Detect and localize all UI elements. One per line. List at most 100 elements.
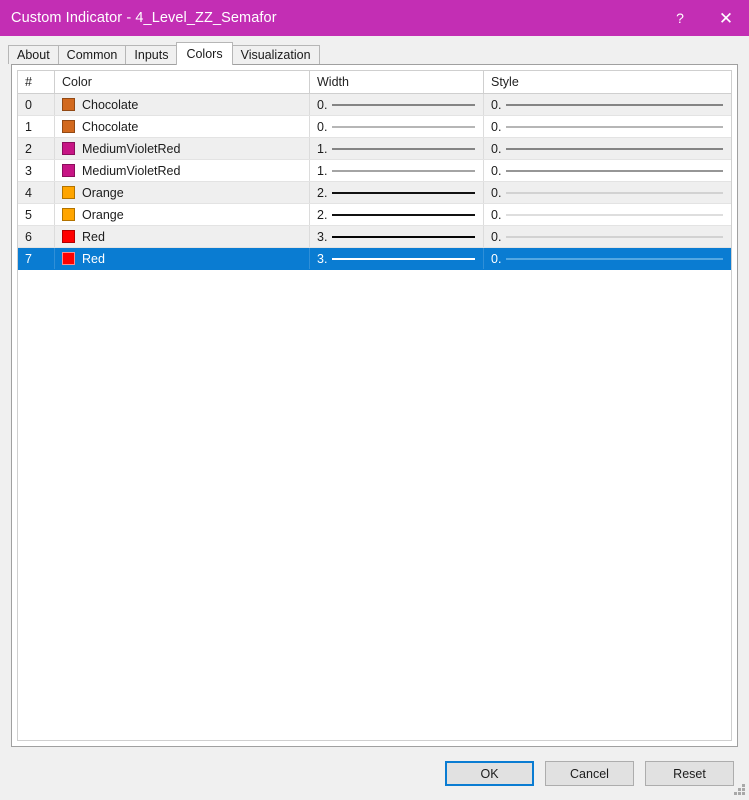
cell-style[interactable]: 0. [484, 204, 731, 225]
table-row[interactable]: 5 Orange 2. 0. [18, 204, 731, 226]
column-header-width[interactable]: Width [310, 71, 484, 93]
colors-tab-page: # Color Width Style 0 Chocolate 0. 0. 1 Choco… [11, 64, 738, 747]
cell-width[interactable]: 0. [310, 94, 484, 115]
cell-color[interactable]: MediumVioletRed [55, 138, 310, 159]
grid-header-row: # Color Width Style [18, 71, 731, 94]
tab-about[interactable]: About [8, 45, 59, 64]
cell-color[interactable]: Red [55, 248, 310, 269]
color-name-label: MediumVioletRed [82, 141, 181, 156]
width-value-label: 2. [317, 207, 328, 222]
cell-style[interactable]: 0. [484, 138, 731, 159]
table-row[interactable]: 6 Red 3. 0. [18, 226, 731, 248]
color-swatch-icon [62, 252, 75, 265]
tab-inputs[interactable]: Inputs [125, 45, 178, 64]
width-value-label: 3. [317, 229, 328, 244]
cell-width[interactable]: 1. [310, 160, 484, 181]
color-name-label: Orange [82, 185, 124, 200]
cell-style[interactable]: 0. [484, 160, 731, 181]
style-line-preview [506, 164, 723, 178]
ok-button[interactable]: OK [445, 761, 534, 786]
width-value-label: 1. [317, 163, 328, 178]
cell-style[interactable]: 0. [484, 182, 731, 203]
cell-width[interactable]: 1. [310, 138, 484, 159]
cell-index: 3 [18, 160, 55, 181]
window-title: Custom Indicator - 4_Level_ZZ_Semafor [11, 10, 277, 26]
color-name-label: Red [82, 229, 105, 244]
color-swatch-icon [62, 120, 75, 133]
color-swatch-icon [62, 142, 75, 155]
style-line-preview [506, 142, 723, 156]
cell-color[interactable]: MediumVioletRed [55, 160, 310, 181]
style-line-preview [506, 208, 723, 222]
width-value-label: 2. [317, 185, 328, 200]
cell-style[interactable]: 0. [484, 248, 731, 269]
color-name-label: Red [82, 251, 105, 266]
width-line-preview [332, 186, 475, 200]
colors-grid[interactable]: # Color Width Style 0 Chocolate 0. 0. 1 Choco… [17, 70, 732, 741]
width-line-preview [332, 164, 475, 178]
width-line-preview [332, 230, 475, 244]
color-swatch-icon [62, 98, 75, 111]
cell-index: 6 [18, 226, 55, 247]
style-line-preview [506, 252, 723, 266]
column-header-style[interactable]: Style [484, 71, 731, 93]
color-swatch-icon [62, 164, 75, 177]
cell-style[interactable]: 0. [484, 226, 731, 247]
cell-style[interactable]: 0. [484, 116, 731, 137]
cell-width[interactable]: 3. [310, 226, 484, 247]
style-value-label: 0. [491, 207, 502, 222]
width-value-label: 1. [317, 141, 328, 156]
table-row[interactable]: 3 MediumVioletRed 1. 0. [18, 160, 731, 182]
cell-width[interactable]: 3. [310, 248, 484, 269]
table-row[interactable]: 7 Red 3. 0. [18, 248, 731, 270]
close-icon[interactable]: ✕ [703, 0, 749, 36]
cell-style[interactable]: 0. [484, 94, 731, 115]
cell-index: 7 [18, 248, 55, 269]
cell-color[interactable]: Red [55, 226, 310, 247]
width-line-preview [332, 98, 475, 112]
help-icon[interactable]: ? [657, 0, 703, 36]
color-swatch-icon [62, 208, 75, 221]
table-row[interactable]: 0 Chocolate 0. 0. [18, 94, 731, 116]
cell-index: 4 [18, 182, 55, 203]
style-value-label: 0. [491, 119, 502, 134]
custom-indicator-dialog: Custom Indicator - 4_Level_ZZ_Semafor ? … [0, 0, 749, 800]
column-header-index[interactable]: # [18, 71, 55, 93]
resize-grip-icon[interactable] [733, 784, 746, 797]
color-name-label: Orange [82, 207, 124, 222]
width-line-preview [332, 142, 475, 156]
cancel-button[interactable]: Cancel [545, 761, 634, 786]
style-line-preview [506, 98, 723, 112]
cell-index: 5 [18, 204, 55, 225]
tab-visualization[interactable]: Visualization [231, 45, 320, 64]
grid-body: 0 Chocolate 0. 0. 1 Chocolate 0. 0. 2 MediumViole… [18, 94, 731, 740]
cell-width[interactable]: 2. [310, 182, 484, 203]
width-value-label: 0. [317, 119, 328, 134]
cell-color[interactable]: Orange [55, 182, 310, 203]
cell-color[interactable]: Chocolate [55, 116, 310, 137]
tab-colors[interactable]: Colors [176, 42, 233, 65]
color-name-label: Chocolate [82, 97, 139, 112]
column-header-color[interactable]: Color [55, 71, 310, 93]
reset-button[interactable]: Reset [645, 761, 734, 786]
style-value-label: 0. [491, 163, 502, 178]
tab-common[interactable]: Common [57, 45, 127, 64]
cell-color[interactable]: Chocolate [55, 94, 310, 115]
table-row[interactable]: 2 MediumVioletRed 1. 0. [18, 138, 731, 160]
table-row[interactable]: 4 Orange 2. 0. [18, 182, 731, 204]
tab-strip: About Common Inputs Colors Visualization [0, 42, 749, 65]
style-value-label: 0. [491, 185, 502, 200]
color-swatch-icon [62, 186, 75, 199]
width-line-preview [332, 252, 475, 266]
table-row[interactable]: 1 Chocolate 0. 0. [18, 116, 731, 138]
width-value-label: 3. [317, 251, 328, 266]
dialog-footer: OK Cancel Reset [0, 747, 749, 800]
style-line-preview [506, 186, 723, 200]
style-value-label: 0. [491, 141, 502, 156]
cell-index: 2 [18, 138, 55, 159]
cell-color[interactable]: Orange [55, 204, 310, 225]
cell-width[interactable]: 2. [310, 204, 484, 225]
cell-width[interactable]: 0. [310, 116, 484, 137]
style-value-label: 0. [491, 97, 502, 112]
color-name-label: Chocolate [82, 119, 139, 134]
